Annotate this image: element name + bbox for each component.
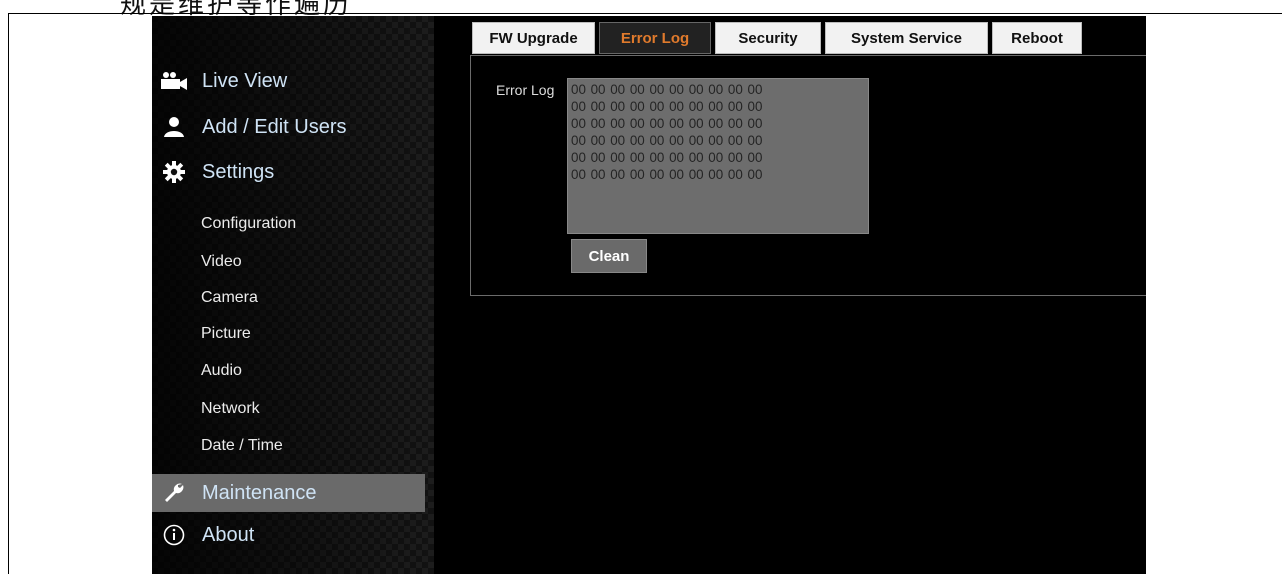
sidebar-subitem-date-time[interactable]: Date / Time (201, 432, 283, 460)
document-frame-top (8, 13, 1282, 14)
tab-security[interactable]: Security (715, 22, 821, 54)
sidebar-item-label: Maintenance (202, 481, 317, 504)
sidebar-item-live-view[interactable]: Live View (158, 62, 424, 100)
error-log-line: 00 00 00 00 00 00 00 00 00 00 (571, 133, 763, 148)
tab-fw-upgrade[interactable]: FW Upgrade (472, 22, 595, 54)
info-icon (158, 522, 190, 548)
tab-system-service[interactable]: System Service (825, 22, 988, 54)
sidebar-subitem-configuration[interactable]: Configuration (201, 210, 296, 238)
maintenance-tab-bar: FW Upgrade Error Log Security System Ser… (472, 22, 1086, 54)
sidebar-subitem-label: Audio (201, 362, 242, 379)
sidebar-subitem-label: Camera (201, 289, 258, 306)
sidebar-subitem-label: Network (201, 400, 260, 417)
sidebar: Live View Add / Edit Users Settings Conf… (152, 16, 434, 574)
sidebar-subitem-video[interactable]: Video (201, 248, 242, 276)
sidebar-item-label: Settings (202, 160, 275, 183)
wrench-icon (158, 480, 190, 506)
gear-icon (158, 159, 190, 185)
sidebar-item-add-edit-users[interactable]: Add / Edit Users (158, 108, 424, 146)
sidebar-item-about[interactable]: About (158, 516, 424, 554)
error-log-label: Error Log (496, 82, 555, 98)
sidebar-item-label: Add / Edit Users (202, 115, 347, 138)
sidebar-item-label: About (202, 523, 255, 546)
tab-error-log[interactable]: Error Log (599, 22, 711, 54)
sidebar-subitem-audio[interactable]: Audio (201, 357, 242, 385)
sidebar-subitem-label: Configuration (201, 215, 297, 232)
error-log-line: 00 00 00 00 00 00 00 00 00 00 (571, 167, 763, 182)
sidebar-subitem-label: Date / Time (201, 437, 283, 454)
sidebar-subitem-picture[interactable]: Picture (201, 320, 251, 348)
sidebar-item-maintenance[interactable]: Maintenance (152, 474, 425, 512)
document-frame-left (8, 13, 9, 574)
camera-web-ui: Live View Add / Edit Users Settings Conf… (152, 16, 1146, 574)
tab-reboot[interactable]: Reboot (992, 22, 1082, 54)
error-log-line: 00 00 00 00 00 00 00 00 00 00 (571, 116, 763, 131)
sidebar-item-settings[interactable]: Settings (158, 153, 424, 191)
camera-icon (158, 68, 190, 94)
error-log-line: 00 00 00 00 00 00 00 00 00 00 (571, 99, 763, 114)
clean-button[interactable]: Clean (571, 239, 647, 273)
sidebar-subitem-label: Picture (201, 325, 251, 342)
error-log-line: 00 00 00 00 00 00 00 00 00 00 (571, 82, 763, 97)
sidebar-subitem-label: Video (201, 253, 242, 270)
user-icon (158, 114, 190, 140)
sidebar-subitem-network[interactable]: Network (201, 395, 260, 423)
error-log-textarea[interactable]: 00 00 00 00 00 00 00 00 00 00 00 00 00 0… (567, 78, 869, 234)
error-log-line: 00 00 00 00 00 00 00 00 00 00 (571, 150, 763, 165)
sidebar-item-label: Live View (202, 69, 288, 92)
sidebar-subitem-camera[interactable]: Camera (201, 284, 258, 312)
